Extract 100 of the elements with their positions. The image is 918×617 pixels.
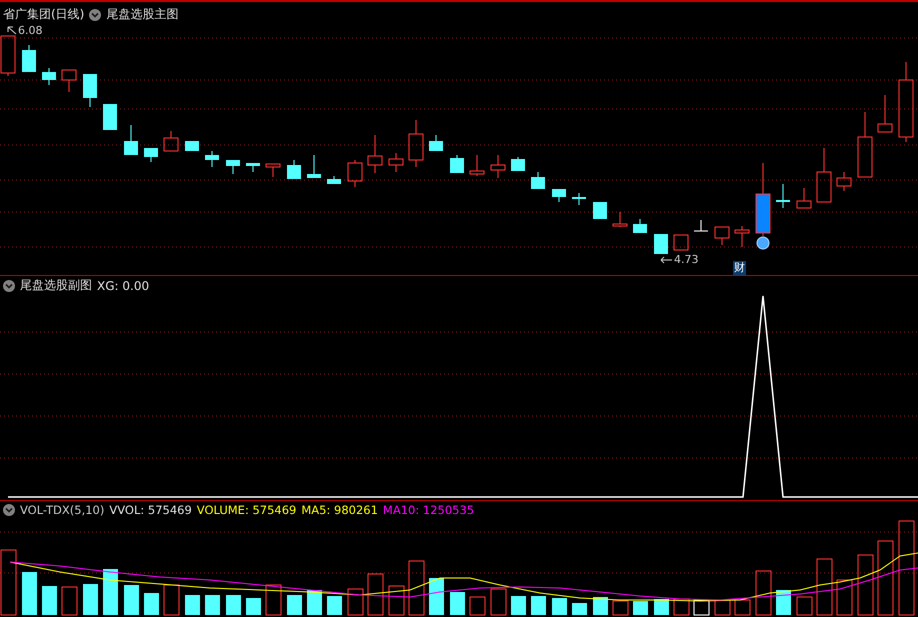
candlestick <box>164 130 178 152</box>
arrow-icon <box>7 26 17 36</box>
candlestick <box>612 212 628 228</box>
indicator-value: MA10: 1250535 <box>382 503 474 517</box>
candlestick <box>694 220 708 232</box>
candlestick <box>327 176 341 184</box>
volume-bar <box>776 590 791 615</box>
candlestick <box>287 160 301 180</box>
volume-bar <box>654 599 669 615</box>
volume-bar <box>572 603 587 615</box>
volume-bar <box>450 592 465 615</box>
candlestick <box>246 162 260 172</box>
indicator-value: VOLUME: 575469 <box>196 503 296 517</box>
volume-bar <box>164 584 180 616</box>
volume-bar <box>368 574 384 616</box>
candlestick <box>572 192 586 206</box>
candlestick <box>408 120 424 168</box>
candlestick <box>633 218 647 234</box>
volume-bar <box>246 598 261 615</box>
volume-bar <box>205 595 220 615</box>
volume-bar <box>694 600 710 616</box>
candlestick <box>450 154 464 174</box>
dropdown-chevron-icon[interactable] <box>3 504 15 516</box>
indicator-value: VVOL: 575469 <box>109 503 192 517</box>
dropdown-chevron-icon[interactable] <box>89 8 102 20</box>
candlestick <box>388 152 404 172</box>
volume-bar <box>633 601 648 615</box>
candlestick <box>511 156 525 172</box>
volume-bar <box>612 600 628 616</box>
candlestick <box>734 226 750 248</box>
volume-bar <box>388 586 404 616</box>
indicator-name: VOL-TDX(5,10) <box>20 503 104 517</box>
volume-bar <box>103 569 118 615</box>
volume-bar <box>796 596 812 616</box>
volume-bar <box>836 580 852 616</box>
candlestick <box>593 202 607 220</box>
candlestick <box>816 148 832 202</box>
candlestick <box>654 234 668 254</box>
volume-bar <box>552 598 567 615</box>
high-price-label: 6.08 <box>18 24 42 37</box>
candlestick <box>103 104 117 130</box>
chart-title: 省广集团(日线) <box>3 6 84 23</box>
candlestick <box>307 154 321 178</box>
volume-bar <box>593 597 608 615</box>
signal-badge: 财 <box>733 261 746 275</box>
volume-bar <box>287 595 302 615</box>
volume-bar <box>185 595 200 615</box>
candlestick <box>674 234 688 250</box>
candlestick <box>83 74 97 108</box>
dropdown-chevron-icon[interactable] <box>3 280 15 292</box>
volume-bar <box>858 554 874 616</box>
candlestick <box>470 154 484 176</box>
volume-bar <box>408 560 424 616</box>
volume-bar <box>756 570 772 616</box>
indicator-name: 尾盘选股主图 <box>106 6 178 23</box>
volume-bar <box>0 550 16 616</box>
volume-bar <box>429 578 444 615</box>
candlestick <box>714 226 730 246</box>
volume-bar <box>490 588 506 616</box>
candlestick <box>490 154 506 178</box>
candlestick <box>878 94 892 132</box>
volume-bar <box>226 595 241 615</box>
candlestick <box>266 164 280 178</box>
candlestick <box>429 134 443 152</box>
indicator-name: 尾盘选股副图 <box>20 277 92 294</box>
volume-bar <box>62 586 78 616</box>
candlestick <box>185 140 199 152</box>
volume-bar <box>22 572 37 615</box>
volume-bar <box>348 588 364 616</box>
volume-bar <box>734 600 750 616</box>
candlestick <box>144 148 158 162</box>
candlestick <box>62 70 76 92</box>
candlestick <box>836 172 852 192</box>
candlestick <box>552 188 566 202</box>
candlestick <box>205 150 219 168</box>
candlestick <box>348 160 362 188</box>
volume-bar <box>266 584 282 616</box>
volume-bar <box>511 596 526 615</box>
volume-bar <box>674 598 690 616</box>
candlestick <box>858 112 872 178</box>
low-price-label: 4.73 <box>674 253 698 266</box>
candlestick <box>531 172 545 190</box>
indicator-value: MA5: 980261 <box>301 503 378 517</box>
volume-bar <box>327 596 342 615</box>
volume-bar <box>124 585 139 615</box>
candlestick <box>368 134 382 174</box>
volume-bar <box>144 593 159 615</box>
volume-bar <box>531 596 546 615</box>
indicator-value: XG: 0.00 <box>97 278 150 292</box>
candlestick <box>796 188 812 208</box>
candlestick <box>776 184 790 208</box>
candlestick <box>22 44 36 72</box>
volume-bar <box>307 590 322 615</box>
arrow-icon <box>660 256 673 264</box>
volume-bar <box>470 596 486 616</box>
volume-bar <box>83 584 98 615</box>
candlestick <box>0 36 16 76</box>
candlestick <box>124 124 138 156</box>
candlestick <box>42 68 56 86</box>
volume-bar <box>42 586 57 615</box>
